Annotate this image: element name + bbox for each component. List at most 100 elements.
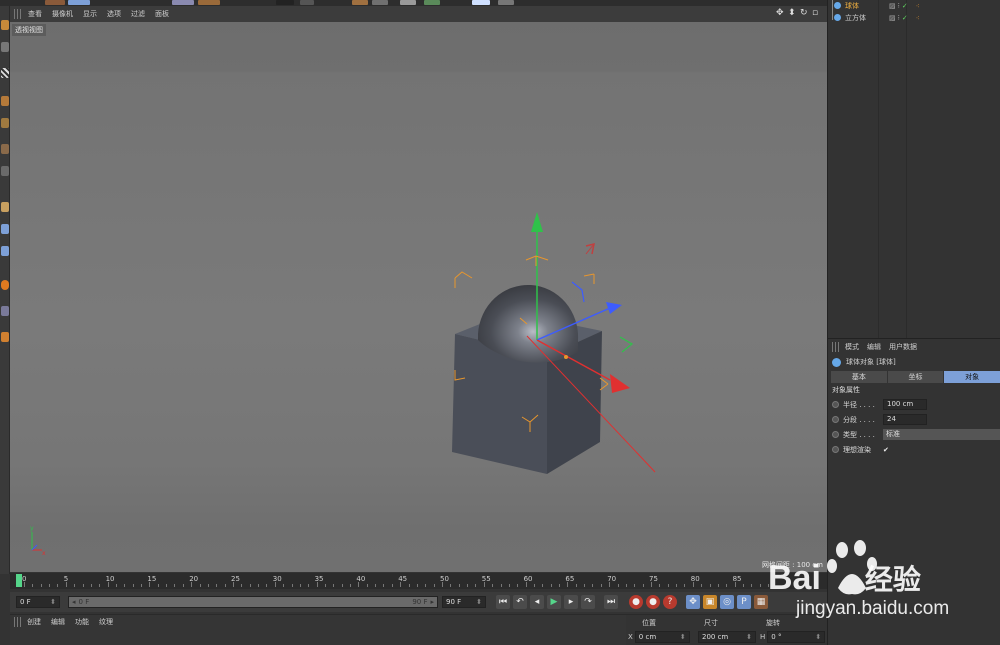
key-parameter-icon[interactable]: P bbox=[737, 595, 751, 609]
menu-mode[interactable]: 模式 bbox=[845, 342, 859, 352]
tool-icon[interactable] bbox=[1, 144, 9, 154]
pivot-point[interactable] bbox=[564, 355, 568, 359]
previous-frame-icon[interactable]: ◂ bbox=[530, 595, 544, 609]
enabled-check-icon[interactable]: ✓ bbox=[902, 2, 908, 10]
object-row-sphere[interactable]: 球体 ▨ ⁝ ✓ ⁖ bbox=[834, 0, 920, 11]
tab-basic[interactable]: 基本 bbox=[831, 371, 888, 383]
next-frame-icon[interactable]: ▸ bbox=[564, 595, 578, 609]
type-dropdown[interactable]: 标准 bbox=[883, 429, 1000, 440]
tool-icon[interactable] bbox=[1, 166, 9, 176]
toolbar-button[interactable] bbox=[198, 0, 220, 5]
menu-edit[interactable]: 编辑 bbox=[867, 342, 881, 352]
visibility-dots-icon[interactable]: ⁝ bbox=[898, 2, 900, 10]
panel-grip-icon[interactable] bbox=[14, 9, 22, 19]
playhead[interactable] bbox=[16, 574, 22, 587]
animate-radio-icon[interactable] bbox=[832, 431, 839, 438]
key-pla-icon[interactable]: ▦ bbox=[754, 595, 768, 609]
z-axis-arrow[interactable] bbox=[606, 302, 622, 314]
zoom-view-icon[interactable]: ⬍ bbox=[788, 9, 797, 18]
key-rotation-icon[interactable]: ◎ bbox=[720, 595, 734, 609]
menu-filter[interactable]: 过滤 bbox=[131, 9, 145, 19]
toolbar-button[interactable] bbox=[45, 0, 65, 5]
toolbar-button[interactable] bbox=[276, 0, 294, 5]
toolbar-button[interactable] bbox=[352, 0, 368, 5]
current-frame-field[interactable]: 0 F ⬍ bbox=[16, 596, 60, 608]
menu-user-data[interactable]: 用户数据 bbox=[889, 342, 917, 352]
panel-grip-icon[interactable] bbox=[14, 617, 22, 627]
go-to-start-icon[interactable]: ⏮ bbox=[496, 595, 510, 609]
menu-edit[interactable]: 编辑 bbox=[51, 617, 65, 627]
menu-create[interactable]: 创建 bbox=[27, 617, 41, 627]
tool-icon[interactable] bbox=[1, 224, 9, 234]
object-name[interactable]: 立方体 bbox=[845, 13, 885, 23]
toolbar-button[interactable] bbox=[172, 0, 194, 5]
menu-panel[interactable]: 面板 bbox=[155, 9, 169, 19]
keyframe-selection-icon[interactable]: ? bbox=[663, 595, 677, 609]
toolbar-button[interactable] bbox=[498, 0, 514, 5]
tool-icon[interactable] bbox=[1, 20, 9, 30]
y-axis-arrow[interactable] bbox=[531, 212, 543, 232]
rotate-view-icon[interactable]: ↻ bbox=[800, 9, 809, 18]
frame-range-slider[interactable]: ◂ 0 F 90 F ▸ bbox=[68, 596, 438, 608]
tool-icon[interactable] bbox=[1, 96, 9, 106]
menu-display[interactable]: 显示 bbox=[83, 9, 97, 19]
tool-icon[interactable] bbox=[1, 118, 9, 128]
layer-icon[interactable]: ▨ bbox=[889, 14, 896, 22]
render-perfect-checkbox[interactable]: ✔ bbox=[883, 446, 889, 454]
key-scale-icon[interactable]: ▣ bbox=[703, 595, 717, 609]
animate-radio-icon[interactable] bbox=[832, 446, 839, 453]
toolbar-button[interactable] bbox=[424, 0, 440, 5]
key-position-icon[interactable]: ✥ bbox=[686, 595, 700, 609]
object-row-cube[interactable]: 立方体 ▨ ⁝ ✓ ⁖ bbox=[834, 12, 920, 23]
toolbar-button[interactable] bbox=[372, 0, 388, 5]
frame-ruler[interactable]: 0 5 10 15 20 25 30 35 40 45 50 55 60 65 70 75 80 85 bbox=[10, 573, 827, 587]
menu-function[interactable]: 功能 bbox=[75, 617, 89, 627]
tool-icon[interactable] bbox=[1, 246, 9, 256]
tag-dots-icon[interactable]: ⁖ bbox=[916, 2, 920, 10]
size-x-field[interactable]: 200 cm ⬍ bbox=[698, 631, 756, 643]
go-to-end-icon[interactable]: ⏭ bbox=[604, 595, 618, 609]
radius-input[interactable]: 100 cm bbox=[883, 399, 927, 410]
toolbar-button[interactable] bbox=[472, 0, 490, 5]
animate-radio-icon[interactable] bbox=[832, 416, 839, 423]
auto-key-icon[interactable]: ● bbox=[646, 595, 660, 609]
scene-render[interactable] bbox=[10, 22, 827, 572]
previous-key-icon[interactable]: ↶ bbox=[513, 595, 527, 609]
toolbar-button[interactable] bbox=[400, 0, 416, 5]
move-view-icon[interactable]: ✥ bbox=[776, 9, 785, 18]
maximize-icon[interactable]: ▫ bbox=[812, 9, 821, 18]
menu-texture[interactable]: 纹理 bbox=[99, 617, 113, 627]
menu-options[interactable]: 选项 bbox=[107, 9, 121, 19]
tab-object[interactable]: 对象 bbox=[944, 371, 1000, 383]
max-frame-field[interactable]: 90 F ⬍ bbox=[442, 596, 486, 608]
menu-camera[interactable]: 摄像机 bbox=[52, 9, 73, 19]
play-icon[interactable]: ▶ bbox=[547, 595, 561, 609]
layer-icon[interactable]: ▨ bbox=[889, 2, 896, 10]
perspective-viewport[interactable]: 透视视图 y x 网格间距: 100 cm bbox=[10, 22, 827, 572]
record-icon[interactable]: ● bbox=[629, 595, 643, 609]
tool-icon[interactable] bbox=[1, 332, 9, 342]
visibility-dots-icon[interactable]: ⁝ bbox=[898, 14, 900, 22]
rotation-handle-blue[interactable] bbox=[571, 281, 585, 303]
tool-icon[interactable] bbox=[1, 306, 9, 316]
tool-icon[interactable] bbox=[1, 202, 9, 212]
checker-icon[interactable] bbox=[1, 68, 9, 78]
position-x-field[interactable]: 0 cm ⬍ bbox=[634, 631, 690, 643]
tag-dots-icon[interactable]: ⁖ bbox=[916, 14, 920, 22]
toolbar-button[interactable] bbox=[300, 0, 314, 5]
tool-icon[interactable] bbox=[1, 42, 9, 52]
next-key-icon[interactable]: ↷ bbox=[581, 595, 595, 609]
x-axis-arrow[interactable] bbox=[610, 374, 630, 393]
menu-view[interactable]: 查看 bbox=[28, 9, 42, 19]
toolbar-button[interactable] bbox=[68, 0, 90, 5]
object-name[interactable]: 球体 bbox=[845, 1, 885, 11]
panel-grip-icon[interactable] bbox=[832, 342, 840, 352]
rotation-h-field[interactable]: 0 ° ⬍ bbox=[767, 631, 826, 643]
animate-radio-icon[interactable] bbox=[832, 401, 839, 408]
rotation-handle-green[interactable] bbox=[619, 336, 634, 353]
tool-icon[interactable] bbox=[1, 280, 9, 290]
segments-input[interactable]: 24 bbox=[883, 414, 927, 425]
timeline-ruler[interactable]: 0 5 10 15 20 25 30 35 40 45 50 55 60 65 70 75 80 85 bbox=[10, 573, 827, 589]
tab-coord[interactable]: 坐标 bbox=[887, 371, 945, 383]
enabled-check-icon[interactable]: ✓ bbox=[902, 14, 908, 22]
